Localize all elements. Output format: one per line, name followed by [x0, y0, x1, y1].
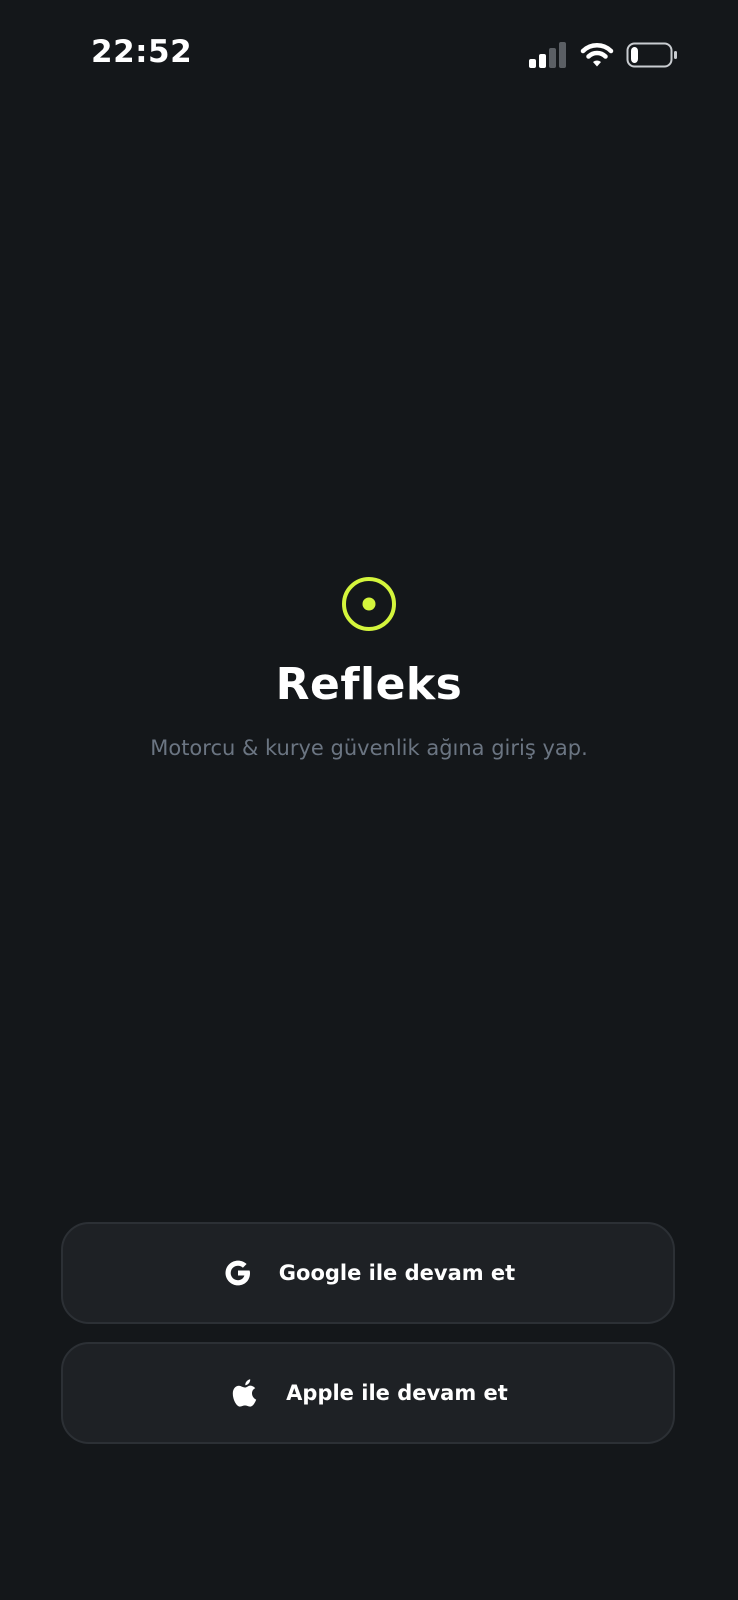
- google-signin-button[interactable]: Google ile devam et: [61, 1222, 675, 1324]
- status-time: 22:52: [91, 34, 193, 70]
- google-icon: [225, 1260, 250, 1286]
- signal-icon: [529, 42, 567, 68]
- google-signin-label: Google ile devam et: [278, 1261, 516, 1285]
- wifi-icon: [580, 43, 614, 67]
- apple-signin-label: Apple ile devam et: [286, 1381, 508, 1405]
- battery-icon: [626, 42, 677, 68]
- status-bar: 22:52: [0, 0, 738, 110]
- app-title: Refleks: [275, 659, 463, 710]
- target-dot-icon: [342, 577, 396, 631]
- status-icons: [529, 40, 678, 70]
- app-subtitle: Motorcu & kurye güvenlik ağına giriş yap…: [150, 736, 588, 760]
- apple-icon: [232, 1379, 257, 1407]
- apple-signin-button[interactable]: Apple ile devam et: [61, 1342, 675, 1444]
- brand-block: Refleks Motorcu & kurye güvenlik ağına g…: [0, 576, 738, 762]
